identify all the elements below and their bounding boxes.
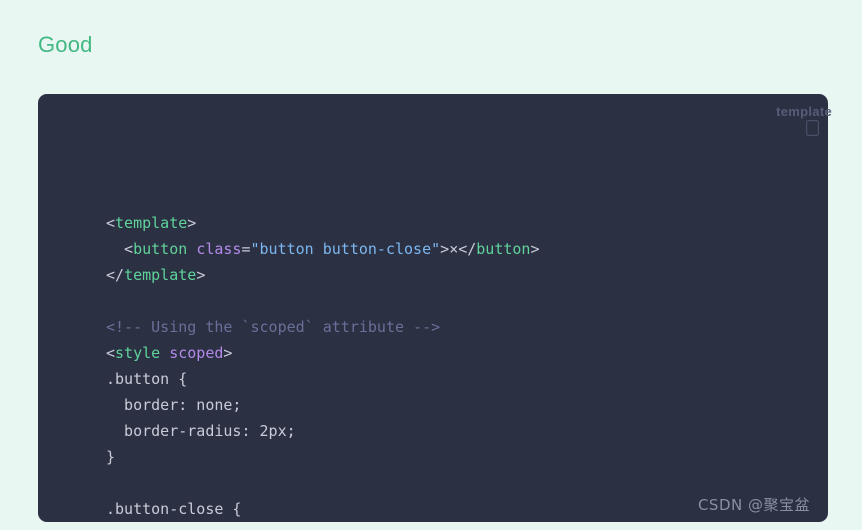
code-token-punct: <: [106, 344, 116, 362]
code-token-comment: <!-- Using the `scoped` attribute -->: [106, 318, 441, 336]
code-line: </template>: [106, 262, 540, 288]
code-token-tag: button: [476, 240, 531, 258]
page-title: Good: [38, 32, 93, 57]
code-token-tag: button: [133, 240, 188, 258]
code-token-tag: template: [115, 214, 188, 232]
code-token-plain: .button-close {: [106, 500, 242, 518]
code-token-plain: }: [106, 448, 116, 466]
code-line: .button-close {: [106, 496, 540, 522]
code-token-punct: >: [530, 240, 540, 258]
code-line: <template>: [106, 210, 540, 236]
code-token-punct: </: [458, 240, 477, 258]
csdn-watermark: CSDN @聚宝盆: [697, 496, 810, 514]
code-line: .button {: [106, 366, 540, 392]
code-token-plain: ×: [449, 240, 459, 258]
code-token-punct: =: [241, 240, 251, 258]
code-token-attr: class: [196, 240, 242, 258]
code-line: <button class="button button-close">×</b…: [106, 236, 540, 262]
code-token-tag: template: [124, 266, 197, 284]
code-line: <style scoped>: [106, 340, 540, 366]
code-token-tag: style: [115, 344, 161, 362]
code-block-panel: <template> <button class="button button-…: [38, 94, 828, 522]
code-token-punct: >: [187, 214, 197, 232]
code-token-attr: scoped: [169, 344, 224, 362]
code-token-punct: <: [106, 240, 134, 258]
code-language-label: template: [776, 104, 832, 119]
code-line: border: none;: [106, 392, 540, 418]
code-token-punct: >: [196, 266, 206, 284]
code-token-punct: >: [440, 240, 450, 258]
code-token-plain: .button {: [106, 370, 188, 388]
code-line: }: [106, 444, 540, 470]
code-token-punct: >: [223, 344, 233, 362]
code-content: <template> <button class="button button-…: [106, 210, 540, 522]
code-token-plain: border: none;: [106, 396, 242, 414]
copy-icon[interactable]: [806, 120, 819, 136]
code-token-plain: border-radius: 2px;: [106, 422, 296, 440]
code-line: border-radius: 2px;: [106, 418, 540, 444]
code-token-string: "button button-close": [250, 240, 441, 258]
code-token-punct: <: [106, 214, 116, 232]
code-line: <!-- Using the `scoped` attribute -->: [106, 314, 540, 340]
code-token-punct: </: [106, 266, 125, 284]
